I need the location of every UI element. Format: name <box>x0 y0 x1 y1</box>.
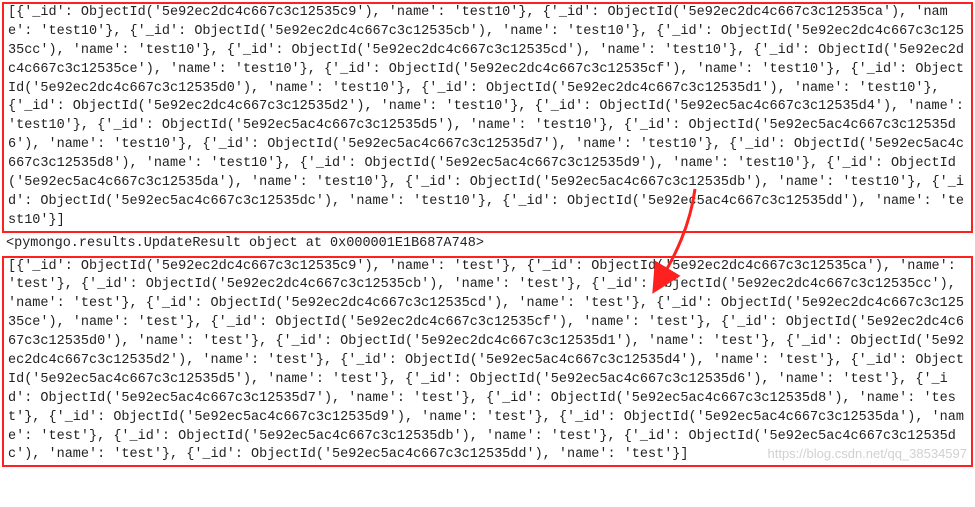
output-block-after: [{'_id': ObjectId('5e92ec2dc4c667c3c1253… <box>2 256 973 468</box>
output-block-before: [{'_id': ObjectId('5e92ec2dc4c667c3c1253… <box>2 2 973 233</box>
update-result-line: <pymongo.results.UpdateResult object at … <box>2 235 973 254</box>
